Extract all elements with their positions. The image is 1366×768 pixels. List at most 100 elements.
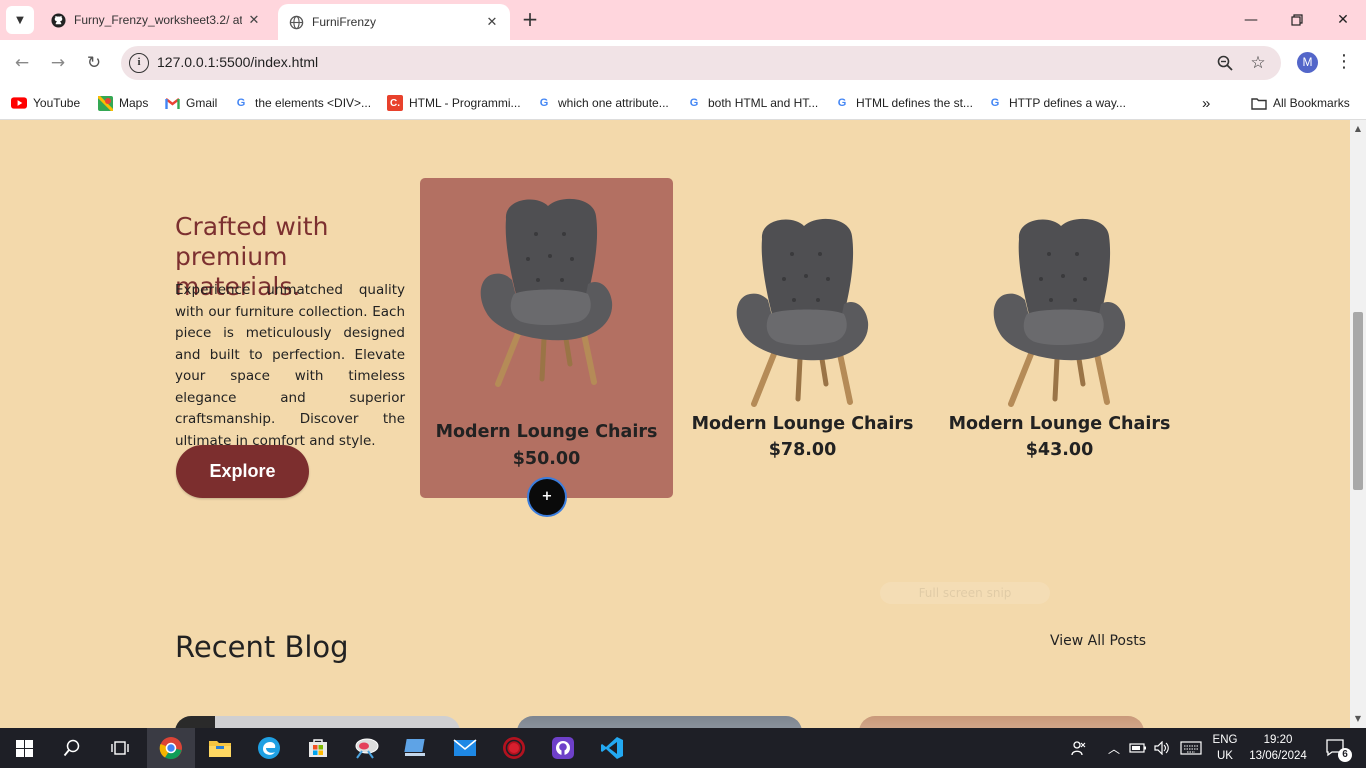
keyboard-icon bbox=[1180, 741, 1202, 755]
maps-icon bbox=[97, 95, 113, 111]
tab-github[interactable]: Furny_Frenzy_worksheet3.2/ at ✕ bbox=[40, 0, 272, 40]
tray-people[interactable] bbox=[1066, 728, 1092, 768]
restore-button[interactable] bbox=[1274, 0, 1320, 40]
bookmark-gmail[interactable]: Gmail bbox=[164, 92, 217, 114]
bookmark-item[interactable]: G the elements <DIV>... bbox=[233, 92, 371, 114]
page-scrollbar[interactable]: ▲ ▼ bbox=[1350, 120, 1366, 728]
bookmark-item[interactable]: G HTML defines the st... bbox=[834, 92, 973, 114]
new-tab-button[interactable]: + bbox=[518, 8, 542, 32]
product-name: Modern Lounge Chairs bbox=[435, 422, 658, 442]
vscode-icon bbox=[601, 737, 623, 759]
scroll-thumb[interactable] bbox=[1353, 312, 1363, 490]
reload-button[interactable]: ↻ bbox=[80, 49, 108, 77]
tab-title: Furny_Frenzy_worksheet3.2/ at bbox=[74, 13, 242, 27]
bookmarks-bar: YouTube Maps Gmail G the elements <DIV>.… bbox=[0, 86, 1366, 120]
taskbar-file-explorer[interactable] bbox=[196, 728, 244, 768]
tray-volume[interactable] bbox=[1152, 728, 1172, 768]
product-name: Modern Lounge Chairs bbox=[691, 414, 914, 434]
taskbar-snipping-tool[interactable] bbox=[343, 728, 391, 768]
product-card[interactable]: Modern Lounge Chairs $43.00 bbox=[933, 178, 1186, 498]
scroll-up-icon[interactable]: ▲ bbox=[1350, 122, 1366, 136]
more-menu-icon[interactable]: ⋮ bbox=[1334, 51, 1354, 75]
taskbar-github-desktop[interactable] bbox=[539, 728, 587, 768]
url-text[interactable]: 127.0.0.1:5500/index.html bbox=[157, 54, 318, 70]
google-icon: G bbox=[990, 97, 1000, 109]
notification-count-badge: 6 bbox=[1338, 748, 1352, 762]
product-name: Modern Lounge Chairs bbox=[948, 414, 1171, 434]
bookmark-item[interactable]: C. HTML - Programmi... bbox=[387, 92, 521, 114]
notification-center-button[interactable]: 6 bbox=[1318, 728, 1354, 768]
blog-card-image[interactable] bbox=[517, 716, 802, 728]
tab-furnifrenzy[interactable]: FurniFrenzy ✕ bbox=[278, 4, 510, 40]
computer-icon bbox=[404, 739, 425, 756]
product-card[interactable]: Modern Lounge Chairs $78.00 bbox=[676, 178, 929, 498]
bookmark-item[interactable]: G HTTP defines a way... bbox=[987, 92, 1126, 114]
close-icon[interactable]: ✕ bbox=[242, 13, 266, 28]
bookmark-youtube[interactable]: YouTube bbox=[11, 92, 80, 114]
window-close-button[interactable]: ✕ bbox=[1320, 0, 1366, 40]
scroll-down-icon[interactable]: ▼ bbox=[1350, 712, 1366, 726]
taskbar-app[interactable] bbox=[392, 728, 440, 768]
google-icon: G bbox=[689, 97, 699, 109]
explore-button[interactable]: Explore bbox=[176, 445, 309, 498]
github-icon bbox=[50, 12, 66, 28]
blog-card-image[interactable] bbox=[859, 716, 1144, 728]
task-view-icon bbox=[111, 741, 129, 755]
tray-overflow[interactable]: ︿ bbox=[1104, 728, 1124, 768]
blog-card-image[interactable] bbox=[175, 716, 460, 728]
bookmarks-overflow-button[interactable]: » bbox=[1202, 92, 1210, 114]
taskbar-record-app[interactable] bbox=[490, 728, 538, 768]
tab-search-button[interactable]: ▼ bbox=[6, 6, 34, 34]
forward-button[interactable]: → bbox=[44, 49, 72, 77]
add-to-cart-button[interactable]: + bbox=[527, 477, 567, 517]
task-view-button[interactable] bbox=[96, 728, 144, 768]
chair-image bbox=[736, 218, 869, 407]
minimize-button[interactable]: — bbox=[1228, 0, 1274, 40]
chevron-double-right-icon: » bbox=[1202, 94, 1211, 112]
profile-avatar[interactable]: M bbox=[1297, 52, 1318, 73]
bookmark-label: both HTML and HT... bbox=[708, 96, 819, 110]
bookmark-label: Gmail bbox=[186, 96, 218, 110]
address-bar[interactable]: i 127.0.0.1:5500/index.html ☆ bbox=[121, 46, 1281, 80]
folder-icon bbox=[1251, 95, 1267, 111]
taskbar-mail[interactable] bbox=[441, 728, 489, 768]
windows-taskbar: ︿ ENG UK 19:20 13/06/2024 6 bbox=[0, 728, 1366, 768]
minimize-icon: — bbox=[1244, 12, 1258, 28]
search-button[interactable] bbox=[48, 728, 96, 768]
taskbar-vscode[interactable] bbox=[588, 728, 636, 768]
taskbar-store[interactable] bbox=[294, 728, 342, 768]
bookmark-maps[interactable]: Maps bbox=[97, 92, 148, 114]
close-icon[interactable]: ✕ bbox=[480, 15, 504, 30]
google-icon: G bbox=[539, 97, 549, 109]
clock-date: 13/06/2024 bbox=[1249, 750, 1307, 762]
people-icon bbox=[1071, 741, 1086, 756]
tray-keyboard[interactable] bbox=[1178, 728, 1204, 768]
zoom-icon[interactable] bbox=[1213, 51, 1237, 75]
snipping-tool-icon bbox=[355, 738, 379, 759]
bookmark-item[interactable]: G both HTML and HT... bbox=[686, 92, 819, 114]
info-icon[interactable]: i bbox=[129, 53, 149, 73]
mail-icon bbox=[453, 739, 477, 756]
back-button[interactable]: ← bbox=[8, 49, 36, 77]
youtube-icon bbox=[11, 95, 27, 111]
chair-image bbox=[480, 198, 613, 387]
all-bookmarks-button[interactable]: All Bookmarks bbox=[1251, 92, 1350, 114]
star-icon[interactable]: ☆ bbox=[1246, 51, 1270, 75]
view-all-posts-link[interactable]: View All Posts bbox=[1050, 633, 1146, 649]
bookmark-item[interactable]: G which one attribute... bbox=[536, 92, 669, 114]
arrow-left-icon: ← bbox=[14, 53, 30, 73]
taskbar-edge[interactable] bbox=[245, 728, 293, 768]
edge-icon bbox=[258, 737, 280, 759]
product-card[interactable]: Modern Lounge Chairs $50.00 bbox=[420, 178, 673, 498]
arrow-right-icon: → bbox=[50, 53, 66, 73]
browser-toolbar: ← → ↻ i 127.0.0.1:5500/index.html ☆ M ⋮ bbox=[0, 40, 1366, 86]
tab-strip: ▼ Furny_Frenzy_worksheet3.2/ at ✕ FurniF… bbox=[0, 0, 1366, 40]
start-button[interactable] bbox=[0, 728, 48, 768]
battery-icon bbox=[1129, 743, 1146, 753]
tray-clock[interactable]: 19:20 13/06/2024 bbox=[1246, 728, 1310, 768]
github-icon bbox=[552, 737, 574, 759]
taskbar-chrome[interactable] bbox=[147, 728, 195, 768]
bookmark-label: HTML defines the st... bbox=[856, 96, 973, 110]
tray-language[interactable]: ENG UK bbox=[1208, 728, 1242, 768]
tray-battery[interactable] bbox=[1128, 728, 1148, 768]
